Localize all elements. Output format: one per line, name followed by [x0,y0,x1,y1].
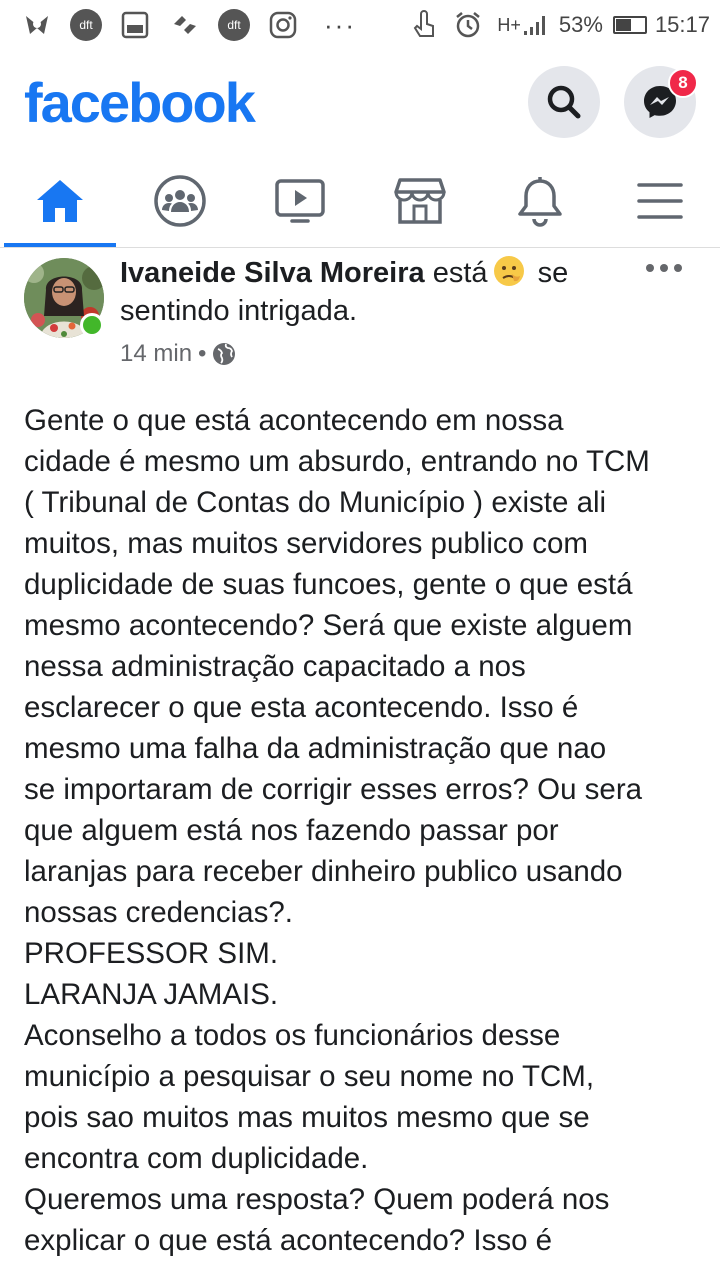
post-header: Ivaneide Silva Moreira está se sentindo … [0,250,720,390]
battery-percent: 53% [558,12,603,37]
post-author-line: Ivaneide Silva Moreira está se sentindo … [120,254,640,330]
search-button[interactable] [528,66,600,138]
tab-marketplace[interactable] [360,154,480,247]
tab-notifications[interactable] [480,154,600,247]
feeling-suffix: se [529,257,569,289]
post-text-line: esclarecer o que esta acontecendo. Isso … [24,691,579,724]
app-header: facebook 8 [0,50,720,154]
tab-groups[interactable] [120,154,240,247]
battery-icon [612,16,647,34]
feed-post: Ivaneide Silva Moreira está se sentindo … [0,250,720,1257]
messenger-button[interactable]: 8 [624,66,698,138]
dft-label: dft [79,18,93,32]
signal-icon [521,8,551,42]
search-icon [547,85,581,119]
status-more-icon: ··· [324,9,356,40]
feeling-line2: sentindo intrigada. [120,295,357,327]
post-text-line: mesmo acontecendo? Será que existe algue… [24,609,633,642]
post-time[interactable]: 14 min [120,340,192,368]
bell-icon [518,176,562,227]
hamburger-icon [637,182,683,219]
antivirus-icon [20,8,54,42]
more-dot-icon [646,264,654,272]
facebook-logo[interactable]: facebook [24,70,504,135]
post-text-line: cidade é mesmo um absurdo, entrando no T… [24,445,650,478]
post-text: Gente o que está acontecendo em nossa cid… [24,400,704,1261]
post-meta: 14 min • [120,340,236,368]
post-text-line: ( Tribunal de Contas do Município ) exis… [24,486,607,519]
post-text-line: nossas credencias?. [24,896,293,929]
status-bar: dft dft ··· H+ 53% 15:17 [0,0,720,50]
dft-label-2: dft [227,18,241,32]
globe-icon [213,343,236,365]
post-options-button[interactable] [646,264,682,272]
intrigued-emoji-icon [493,256,524,286]
post-text-line: que alguem está nos fazendo passar por [24,814,559,847]
meta-separator: • [198,340,207,367]
status-left: dft dft ··· [20,8,407,42]
tab-menu[interactable] [600,154,720,247]
instagram-icon [266,8,300,42]
post-text-line: explicar o que está acontecendo? Isso é [24,1224,553,1257]
status-right: H+ 53% 15:17 [407,8,710,42]
post-text-line: Queremos uma resposta? Quem poderá nos [24,1183,610,1216]
post-text-line: LARANJA JAMAIS. [24,978,279,1011]
post-text-line: encontra com duplicidade. [24,1142,369,1175]
more-dot-icon [660,264,668,272]
post-text-line: duplicidade de suas funcoes, gente o que… [24,568,633,601]
post-text-line: nessa administração capacitado a nos [24,650,526,683]
post-text-line: mesmo uma falha da administração que nao [24,732,607,765]
groups-icon [154,174,206,227]
clock: 15:17 [654,12,710,37]
feeling-prefix: está [432,257,488,289]
post-text-line: laranjas para receber dinheiro publico u… [24,855,623,888]
author-name[interactable]: Ivaneide Silva Moreira [120,257,425,289]
more-dot-icon [674,264,682,272]
video-icon [275,178,325,223]
battery-level [615,19,631,31]
main-nav [0,154,720,248]
post-text-line: se importaram de corrigir esses erros? O… [24,773,643,806]
post-text-line: PROFESSOR SIM. [24,937,279,970]
rec-icon [118,8,152,42]
post-text-line: pois sao muitos mas muitos mesmo que se [24,1101,590,1134]
store-icon [394,177,446,224]
post-text-line: Gente o que está acontecendo em nossa [24,404,564,437]
home-icon [37,179,83,222]
online-status-indicator [80,313,104,337]
post-text-line: muitos, mas muitos servidores publico co… [24,527,588,560]
post-text-line: município a pesquisar o seu nome no TCM, [24,1060,595,1093]
dft-icon-2: dft [218,9,250,41]
tab-home[interactable] [0,154,120,247]
messenger-badge: 8 [668,68,698,98]
sync-icon [168,8,202,42]
network-type: H+ [497,14,521,35]
post-text-line: Aconselho a todos os funcionários desse [24,1019,561,1052]
tab-watch[interactable] [240,154,360,247]
alarm-icon [451,8,485,42]
touch-icon [407,8,441,42]
dft-icon: dft [70,9,102,41]
